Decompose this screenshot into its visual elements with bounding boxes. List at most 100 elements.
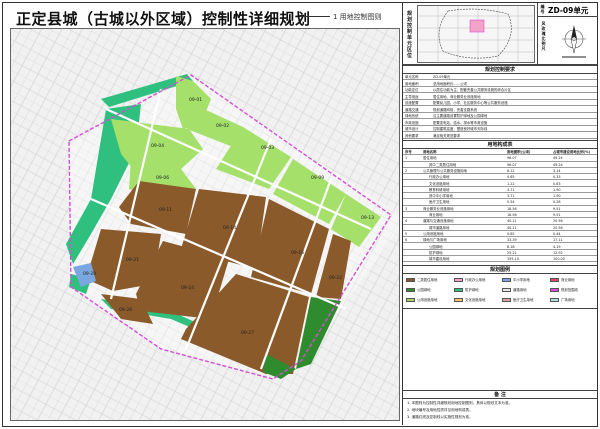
legend-item: 行政办公用地 xyxy=(454,277,485,284)
legend-swatch xyxy=(550,288,559,292)
control-value: 总用地面积约……公顷 xyxy=(433,81,467,86)
landuse-cell: 0.85 xyxy=(507,231,515,236)
landuse-cell: 20.56 xyxy=(553,225,563,230)
parcel-label: 09-22 xyxy=(329,275,342,281)
info-panel: 规划控制单元区位 编号 ZD-09单元 风玫瑰比例尺 规划控制要求 单元名称 Z… xyxy=(402,3,598,425)
parcel-label: 09-01 xyxy=(189,97,202,103)
notes-section-title: 备 注 xyxy=(403,390,597,399)
landuse-cell: 33.39 xyxy=(507,238,517,243)
landuse-cell: 25.21 xyxy=(507,250,517,255)
control-row: 设施配置 配置幼儿园、小学、社区服务中心等公共服务设施 xyxy=(403,100,597,107)
legend-item: 中小学用地 xyxy=(502,277,530,284)
legend-swatch xyxy=(502,298,511,302)
control-key: 城市设计 xyxy=(405,127,419,131)
location-minimap-svg xyxy=(418,6,536,64)
landuse-cell: 0.28 xyxy=(553,200,561,205)
legend-section-title: 规划图例 xyxy=(403,265,597,274)
landuse-cell: 居住用地 xyxy=(423,156,437,161)
control-key: 功能定位 xyxy=(405,88,419,92)
legend-swatch xyxy=(454,288,463,292)
location-minimap xyxy=(417,5,536,64)
control-row: 主导用途 居住用地、商业服务业设施用地 xyxy=(403,94,597,100)
parcel-label: 09-06 xyxy=(156,175,169,181)
control-value: 控制建筑高度，塑造良好城市天际线 xyxy=(433,127,488,131)
legend-block: 二类居住用地 行政办公用地 中小学用地 商业用地 公园绿地 防护绿地 道路用地 规划范围线 公用… xyxy=(403,274,597,308)
landuse-cell: 医疗卫生用地 xyxy=(429,200,450,205)
legend-item: 道路用地 xyxy=(502,287,527,294)
subtitle-rule xyxy=(300,16,330,17)
legend-label: 行政办公用地 xyxy=(465,278,486,282)
landuse-cell: 0.65 xyxy=(507,175,515,180)
control-key: 市政设施 xyxy=(405,120,419,125)
landuse-cell: 49.24 xyxy=(553,162,563,167)
parcel-label: 09-02 xyxy=(216,123,229,129)
landuse-cell: 公用设施用地 xyxy=(423,231,444,236)
parcel-label: 09-26 xyxy=(119,307,132,313)
blank-area xyxy=(403,308,597,390)
control-key: 用地面积 xyxy=(405,81,419,86)
landuse-cell: 2 xyxy=(405,168,408,173)
legend-label: 广场用地 xyxy=(561,298,575,302)
legend-label: 公用设施用地 xyxy=(417,298,438,302)
landuse-cell: 3.71 xyxy=(507,194,515,199)
landuse-cell: 6.12 xyxy=(507,168,515,173)
legend-label: 公园绿地 xyxy=(417,288,431,292)
legend-label: 医疗卫生用地 xyxy=(513,298,534,302)
landuse-cell: 商业用地 xyxy=(429,213,443,217)
landuse-cell: 5 xyxy=(405,231,408,236)
wind-rose-icon xyxy=(556,21,592,61)
landuse-cell: 公共管理与公共服务设施用地 xyxy=(423,168,468,173)
control-row: 用地面积 总用地面积约……公顷 xyxy=(403,81,597,87)
land-use-map-svg[interactable]: 09-01 09-02 09-03 09-04 09-06 09-09 09-11 09-13… xyxy=(11,29,400,421)
control-value: 沿主要道路设置防护绿地及公园绿地 xyxy=(433,114,488,118)
landuse-cell: 0.63 xyxy=(553,181,561,186)
landuse-cell: 其中二类居住用地 xyxy=(429,162,457,167)
land-use-map[interactable]: 09-01 09-02 09-03 09-04 09-06 09-09 09-11 09-13… xyxy=(10,28,400,421)
parcel-label: 09-20 xyxy=(83,271,96,277)
legend-swatch xyxy=(502,288,511,292)
landuse-header-cell: 用地面积(公顷) xyxy=(507,150,531,154)
compass-label: 风玫瑰比例尺 xyxy=(541,21,546,51)
control-row: 功能定位 以居住功能为主，配套完善公共服务设施的综合片区 xyxy=(403,87,597,94)
landuse-cell: 3 xyxy=(405,206,408,211)
legend-label: 二类居住用地 xyxy=(417,278,438,282)
unit-code-label: 编号 xyxy=(540,4,545,14)
landuse-cell: 教育科研用地 xyxy=(429,187,450,192)
legend-label: 规划范围线 xyxy=(561,288,578,292)
control-row: 市政设施 配置变电站、给水、排水等市政设施 xyxy=(403,120,597,126)
legend-swatch xyxy=(454,298,463,302)
landuse-cell: 1.22 xyxy=(507,181,515,186)
landuse-cell: 4 xyxy=(405,219,408,224)
control-value: ZD-09单元 xyxy=(433,75,451,79)
landuse-cell: 18.56 xyxy=(507,206,517,211)
control-value: 满足相关规范要求 xyxy=(433,133,461,138)
parcel-label: 09-14 xyxy=(223,225,236,231)
location-label: 规划控制单元区位 xyxy=(406,11,412,59)
unit-code-block: 编号 ZD-09单元 风玫瑰比例尺 xyxy=(537,3,598,65)
landuse-cell: 1 xyxy=(405,156,408,161)
legend-item: 规划范围线 xyxy=(550,287,578,294)
control-key: 单元名称 xyxy=(405,75,419,79)
note-line: 3. 道路红线及控制线以实施性规划为准。 xyxy=(407,415,473,419)
landuse-cell: 40.11 xyxy=(507,225,517,230)
landuse-cell: 100.00 xyxy=(553,257,565,262)
control-row: 单元名称 ZD-09单元 xyxy=(403,74,597,81)
legend-item: 防护绿地 xyxy=(454,287,479,294)
control-row: 其他要求 满足相关规范要求 xyxy=(403,133,597,139)
landuse-cell: 其中中小学用地 xyxy=(429,194,453,199)
landuse-cell: 1.90 xyxy=(553,187,561,192)
landuse-header-cell: 占城市建设用地比例(%) xyxy=(553,150,591,154)
control-row: 绿地系统 沿主要道路设置防护绿地及公园绿地 xyxy=(403,113,597,120)
landuse-cell: 49.24 xyxy=(553,156,563,161)
control-value: 配置幼儿园、小学、社区服务中心等公共服务设施 xyxy=(433,101,508,105)
landuse-cell: 0.44 xyxy=(553,231,561,236)
landuse-cell: 9.51 xyxy=(553,206,561,211)
note-line: 1. 本图则为控制性详细规划用地控制图则，具体以规划文本为准。 xyxy=(407,401,513,405)
legend-swatch xyxy=(550,278,559,282)
parcel-label: 09-11 xyxy=(159,207,172,213)
landuse-cell: 城市道路用地 xyxy=(429,225,450,230)
control-value: 居住用地、商业服务业设施用地 xyxy=(433,94,481,99)
control-key: 绿地系统 xyxy=(405,114,419,118)
landuse-cell: 0.54 xyxy=(507,200,515,205)
landuse-header-cell: 序号 xyxy=(405,150,412,154)
